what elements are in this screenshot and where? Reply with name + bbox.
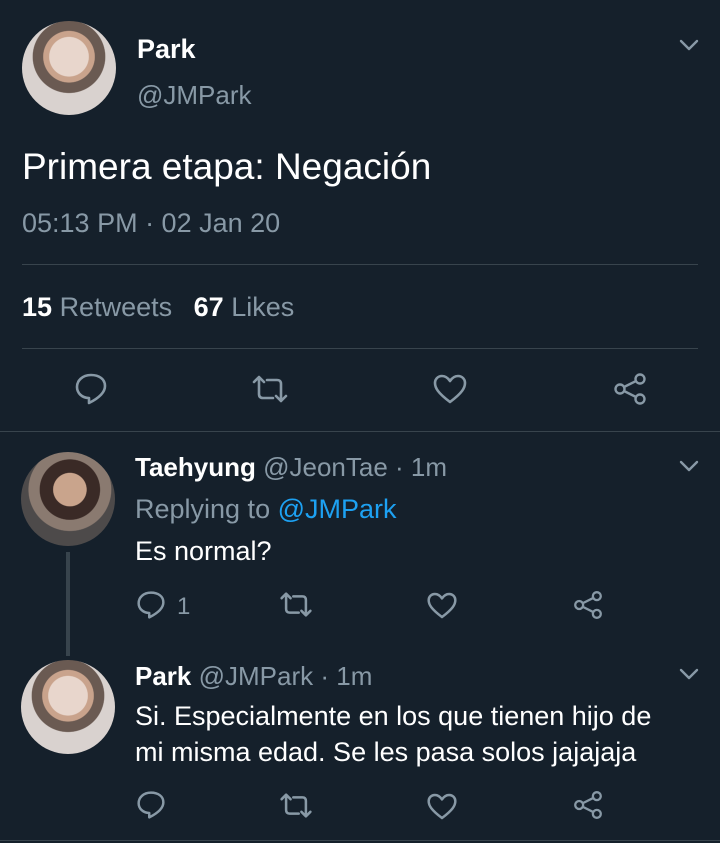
- reply-header: Taehyung @JeonTae · 1m: [135, 452, 447, 483]
- stats-row: 15 Retweets 67 Likes: [22, 292, 294, 323]
- divider: [22, 348, 698, 349]
- reply-count: 1: [177, 593, 191, 620]
- reply-icon[interactable]: [73, 372, 109, 406]
- chevron-down-icon[interactable]: [678, 459, 700, 473]
- retweet-icon[interactable]: [250, 374, 290, 404]
- replying-to-label: Replying to: [135, 494, 271, 524]
- share-icon[interactable]: [572, 790, 604, 820]
- reply-author-handle[interactable]: @JMPark: [199, 661, 314, 691]
- reply-time: · 1m: [395, 452, 448, 482]
- reply-author-name[interactable]: Park: [135, 661, 191, 691]
- retweets-count: 15: [22, 292, 53, 322]
- replying-to: Replying to @JMPark: [135, 494, 397, 525]
- share-icon[interactable]: [612, 372, 648, 406]
- tweet-timestamp: 05:13 PM · 02 Jan 20: [22, 208, 281, 238]
- likes-stat[interactable]: 67 Likes: [194, 292, 295, 322]
- divider: [22, 264, 698, 265]
- author-name[interactable]: Park: [137, 34, 196, 65]
- reply-author-handle[interactable]: @JeonTae: [263, 452, 388, 482]
- reply-author-name[interactable]: Taehyung: [135, 452, 256, 482]
- reply-text: Es normal?: [135, 536, 272, 566]
- reply-text-line: mi misma edad. Se les pasa solos jajajaj…: [135, 737, 637, 767]
- retweet-icon[interactable]: [278, 591, 314, 618]
- divider: [0, 431, 720, 432]
- replying-to-link[interactable]: @JMPark: [278, 494, 397, 524]
- share-icon[interactable]: [572, 590, 604, 620]
- chevron-down-icon[interactable]: [678, 38, 700, 52]
- reply-icon[interactable]: [135, 790, 167, 820]
- author-handle[interactable]: @JMPark: [137, 80, 252, 111]
- like-icon[interactable]: [432, 373, 468, 405]
- avatar[interactable]: [22, 21, 116, 115]
- reply-icon[interactable]: [135, 590, 167, 620]
- reply-text-line: Si. Especialmente en los que tienen hijo…: [135, 701, 652, 731]
- tweet-text: Primera etapa: Negación: [22, 146, 432, 187]
- avatar[interactable]: [21, 660, 115, 754]
- avatar[interactable]: [21, 452, 115, 546]
- divider: [0, 840, 720, 841]
- reply-time: · 1m: [320, 661, 373, 691]
- thread-line: [66, 552, 70, 656]
- like-icon[interactable]: [426, 792, 458, 821]
- likes-count: 67: [193, 292, 224, 322]
- retweet-icon[interactable]: [278, 792, 314, 819]
- retweets-label: Retweets: [59, 292, 173, 322]
- like-icon[interactable]: [426, 591, 458, 620]
- likes-label: Likes: [231, 292, 295, 322]
- chevron-down-icon[interactable]: [678, 667, 700, 681]
- reply-header: Park @JMPark · 1m: [135, 661, 372, 692]
- retweets-stat[interactable]: 15 Retweets: [22, 292, 180, 322]
